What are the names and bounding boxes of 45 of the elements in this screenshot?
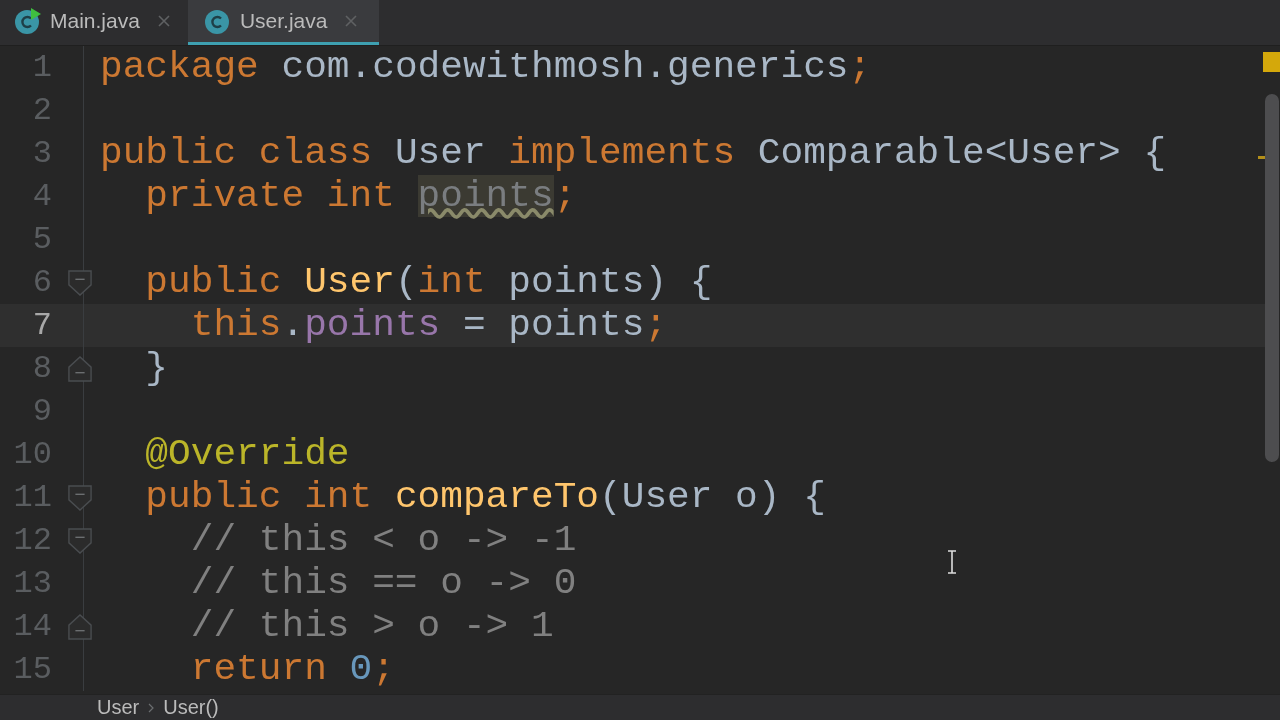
fold-icon[interactable] — [68, 269, 92, 296]
line-number: 8 — [31, 349, 52, 389]
close-icon[interactable] — [155, 13, 172, 29]
line-number: 7 — [31, 306, 52, 346]
code-line: public User(int points) { — [144, 261, 713, 303]
fold-icon[interactable] — [68, 527, 92, 554]
file-tab[interactable]: User.java — [187, 0, 380, 45]
unfold-end-icon[interactable] — [68, 355, 92, 382]
code-line: return 0; — [189, 648, 395, 690]
line-number: 9 — [31, 392, 52, 432]
line-number: 4 — [31, 177, 52, 217]
line-number: 3 — [31, 134, 52, 174]
code-line: private int points; — [144, 175, 577, 217]
unfold-end-icon[interactable] — [68, 613, 92, 640]
code-line: } — [144, 347, 169, 389]
code-line: @Override — [144, 433, 350, 475]
code-line: public class User implements Comparable<User> { — [100, 132, 1167, 174]
code-line: package com.codewithmosh.generics; — [100, 46, 872, 88]
breadcrumb[interactable]: User() — [163, 696, 219, 719]
line-number: 11 — [12, 478, 52, 518]
runnable-class-icon — [14, 7, 42, 35]
error-stripe[interactable] — [1258, 156, 1265, 159]
code-line: public int compareTo(User o) { — [144, 476, 826, 518]
text-cursor-icon — [946, 550, 958, 574]
code-line: // this == o -> 0 — [189, 562, 577, 604]
scrollbar-thumb[interactable] — [1265, 94, 1279, 462]
chevron-icon — [147, 701, 156, 714]
line-number: 5 — [31, 220, 52, 260]
class-icon — [203, 7, 232, 35]
code-line: // this < o -> -1 — [189, 519, 577, 561]
line-number: 14 — [12, 607, 52, 647]
line-number: 13 — [12, 564, 52, 604]
line-number: 10 — [12, 435, 52, 475]
line-number: 15 — [12, 650, 52, 690]
line-number: 6 — [31, 263, 52, 303]
line-number: 12 — [12, 521, 52, 561]
code-line: // this > o -> 1 — [189, 605, 554, 647]
code-line: this.points = points; — [189, 304, 668, 346]
close-icon[interactable] — [343, 13, 360, 29]
file-tab[interactable]: Main.java — [0, 0, 188, 45]
line-number: 2 — [31, 91, 52, 131]
line-number: 1 — [31, 48, 52, 88]
breadcrumb[interactable]: User — [97, 696, 140, 719]
warning-marker[interactable] — [1263, 52, 1280, 72]
fold-icon[interactable] — [68, 484, 92, 511]
